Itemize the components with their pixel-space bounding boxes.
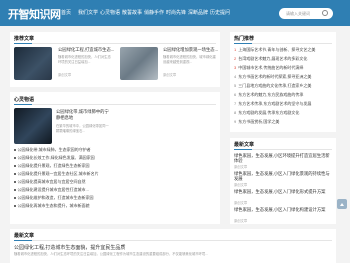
focus-list-item[interactable]: 公园绿化提升景观，打造绿色生态新家园 <box>14 163 112 169</box>
nav-item-handmade[interactable]: 俏静手作 <box>143 9 165 16</box>
hot-item[interactable]: 9 东方书画赏析,国学之美 <box>234 119 332 125</box>
title-underline <box>14 104 32 105</box>
nav-item-history[interactable]: 历史提问 <box>209 9 231 16</box>
recommend-item-desc: 随着城市化进程的加快，人们对生态环境的关注日益增加... <box>58 55 111 64</box>
hot-item[interactable]: 7 东方艺术传承,东方戏剧艺术的坚守与发展 <box>234 101 332 107</box>
recommend-item-title[interactable]: 公园绿化工程,打造城市生态... <box>58 47 114 53</box>
recommend-item-meta: 原创文章 <box>163 73 177 77</box>
site-logo[interactable]: 开智知识网 <box>8 6 61 22</box>
recommend-title: 推荐文章 <box>14 36 35 42</box>
latest-item-meta: 原创文章 <box>234 165 248 169</box>
bottom-desc: 随着城市化进程的加快，人们对生态环境的关注日益增加，公园绿化工程作为城市生态建设… <box>14 252 208 256</box>
hot-item[interactable]: 5 三门县地方戏曲的文化传承,打造家乡之美 <box>234 83 332 89</box>
recommend-thumb-1[interactable] <box>14 47 52 80</box>
nav-item-literature[interactable]: 我们文学 <box>77 9 99 16</box>
focus-feature-desc: 在繁华的城市中，公园绿化带如同一颗颗璀璨的绿宝石... <box>56 124 109 133</box>
title-underline <box>14 43 32 44</box>
hot-item[interactable]: 4 东方书画艺术的新时代探索,探寻亚洲之美 <box>234 74 332 80</box>
recommend-item-title[interactable]: 公园绿化增加景观一场生态... <box>163 47 219 53</box>
nav-item-stories[interactable]: 散誓故事 <box>121 9 143 16</box>
top-bar: 开智知识网 首页 我们文学 心灵物语 散誓故事 俏静手作 时尚先锋 深断品牌 历… <box>0 0 350 26</box>
recommend-item-meta: 原创文章 <box>58 73 72 77</box>
search-icon[interactable] <box>322 10 328 16</box>
focus-list-item[interactable]: 公园绿化带,城市绿肺，生态家园的守护者 <box>14 147 112 153</box>
recommend-item-desc: 随着城市化进程的加快，城市绿化建设越来越受到重视... <box>163 55 216 64</box>
title-underline <box>234 149 252 150</box>
hot-item[interactable]: 8 东方戏剧的发展,传承东方戏剧文化 <box>234 110 332 116</box>
search-input[interactable]: 请输入关键词 <box>286 11 310 17</box>
focus-list-item[interactable]: 公园绿化建设提升城市宜居性打造城市... <box>14 187 112 193</box>
latest-item-title[interactable]: 绿色家园，生态发展,小区环境提升打造宜居生活新体验 <box>234 153 332 163</box>
hot-item[interactable]: 6 东方艺术的魅力,东方民族戏曲的传承 <box>234 92 332 98</box>
latest-item-meta: 原创文章 <box>234 219 248 223</box>
focus-list-item[interactable]: 公园绿化维护和改造，打造城市生态新家园 <box>14 195 112 201</box>
divider <box>14 240 332 241</box>
divider <box>14 43 216 44</box>
title-underline <box>234 43 252 44</box>
title-underline <box>14 240 32 241</box>
focus-title: 心灵物语 <box>14 97 35 103</box>
nav-item-brand[interactable]: 深断品牌 <box>187 9 209 16</box>
bottom-section-title: 最新文章 <box>14 233 35 239</box>
hot-item[interactable]: 2 台湾戏剧艺术魅力,展现艺术的多彩文化 <box>234 56 332 62</box>
focus-feature-thumb[interactable] <box>14 108 52 144</box>
latest-item-title[interactable]: 绿色家园，生态发展,小区入门绿化景观的持续性与发展 <box>234 171 332 181</box>
nav-item-mind[interactable]: 心灵物语 <box>99 9 121 16</box>
bottom-headline[interactable]: 公园绿化工程,打造城市生态面貌，提升宜民生品质 <box>14 244 214 251</box>
search-box[interactable]: 请输入关键词 <box>279 8 333 19</box>
latest-item-title[interactable]: 绿色家园，生态发展,小区入门绿化构建设计方案 <box>234 207 332 217</box>
focus-list-item[interactable]: 公园绿化再城市生态和提升，城市新面貌 <box>14 203 112 209</box>
hot-item[interactable]: 3 中国城市艺术,传统曲艺的新时代演绎 <box>234 65 332 71</box>
recommend-thumb-2[interactable] <box>120 47 158 80</box>
latest-item-meta: 原创文章 <box>234 183 248 187</box>
focus-list-item[interactable]: 公园绿化长效工作,绿化绿色发展、满园家园 <box>14 155 112 161</box>
nav-item-home[interactable]: 首页 <box>55 9 77 16</box>
hot-title: 热门推荐 <box>234 36 255 42</box>
main-nav: 首页 我们文学 心灵物语 散誓故事 俏静手作 时尚先锋 深断品牌 历史提问 <box>55 9 231 16</box>
focus-list-item[interactable]: 公园绿化提高城市宜居与宜居空间自然 <box>14 179 112 185</box>
latest-item-meta: 原创文章 <box>234 201 248 205</box>
focus-list-item[interactable]: 公园绿化提升景观一宜居生态社区,城市新名片 <box>14 171 112 177</box>
nav-item-fashion[interactable]: 时尚先锋 <box>165 9 187 16</box>
latest-title: 最新文章 <box>234 142 255 148</box>
hot-item[interactable]: 1 上海国际艺术节,青年与创新、探寻文艺之美 <box>234 47 332 53</box>
divider <box>14 104 216 105</box>
focus-feature-title[interactable]: 公园绿化带,城市绿肺中的宁静栖息地 <box>56 109 111 121</box>
back-to-top-button[interactable] <box>337 199 347 209</box>
latest-item-title[interactable]: 绿色家园，生态发展,小区入门绿化形式提升方案 <box>234 189 332 199</box>
